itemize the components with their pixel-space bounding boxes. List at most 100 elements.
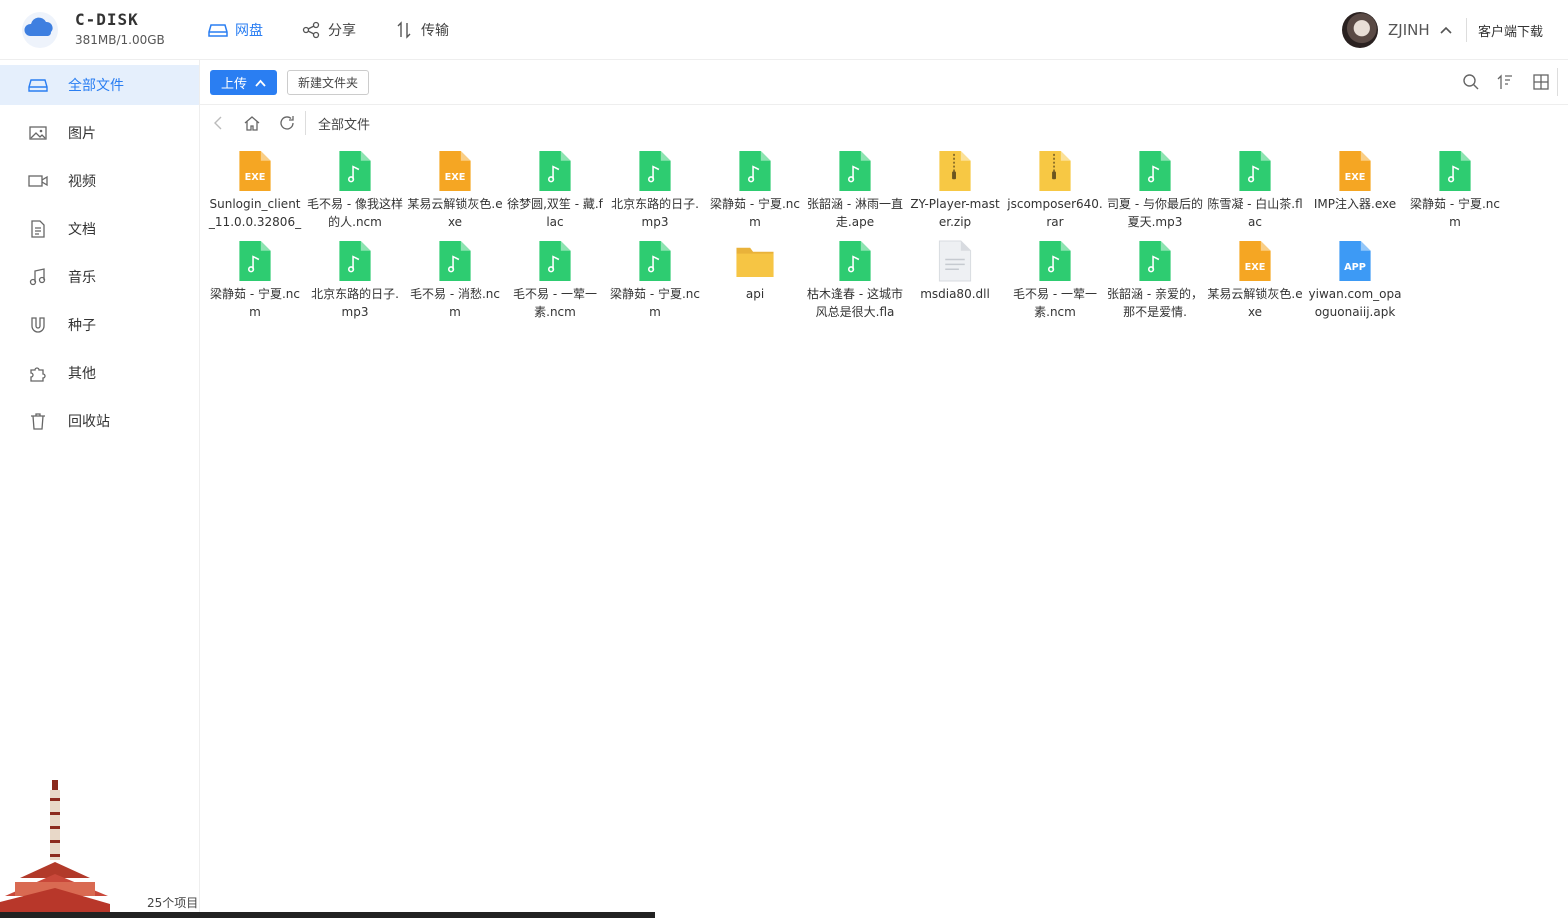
top-nav: 网盘 分享 传输 [208,18,449,42]
grid-view-icon[interactable] [1532,73,1550,91]
sidebar-item-all-files[interactable]: 全部文件 [0,65,199,105]
sidebar-item-label: 视频 [68,174,96,190]
file-item[interactable]: 北京东路的日子.mp3 [305,240,405,320]
sidebar-item-videos[interactable]: 视频 [0,161,199,201]
file-name: 陈雪凝 - 白山茶.flac [1207,196,1303,229]
file-item[interactable]: 北京东路的日子.mp3 [605,150,705,230]
file-name: ZY-Player-master.zip [910,196,1000,229]
music-file-icon [539,150,571,191]
breadcrumb-divider [305,111,306,135]
nav-disk[interactable]: 网盘 [208,18,263,42]
sidebar-item-label: 回收站 [68,414,110,430]
music-file-icon [239,240,271,281]
chevron-up-icon[interactable] [1440,25,1452,35]
file-item[interactable]: jscomposer640.rar [1005,150,1105,230]
disk-icon [28,79,48,92]
new-folder-button[interactable]: 新建文件夹 [287,70,369,95]
file-name: 张韶涵 - 亲爱的，那不是爱情. [1107,286,1203,319]
cloud-logo-icon [22,12,58,48]
music-icon [29,268,46,286]
search-icon[interactable] [1462,73,1480,91]
sidebar-item-music[interactable]: 音乐 [0,257,199,297]
sidebar-item-documents[interactable]: 文档 [0,209,199,249]
file-item[interactable]: APP yiwan.com_opaoguonaiij.apk [1305,240,1405,320]
puzzle-icon [30,367,46,382]
svg-text:EXE: EXE [1245,262,1266,273]
svg-text:APP: APP [1344,262,1366,273]
file-name: 枯木逢春 - 这城市风总是很大.fla [807,286,903,319]
brand: C-DISK 381MB/1.00GB [75,10,165,47]
file-item[interactable]: 司夏 - 与你最后的夏天.mp3 [1105,150,1205,230]
file-item[interactable]: 毛不易 - 消愁.ncm [405,240,505,320]
file-item[interactable]: EXE IMP注入器.exe [1305,150,1405,230]
folder-file-icon [736,247,774,278]
toolbar: 上传 新建文件夹 [200,60,1568,105]
client-download-link[interactable]: 客户端下载 [1478,21,1543,40]
file-name: 某易云解锁灰色.exe [407,196,503,229]
upload-button[interactable]: 上传 [210,70,277,95]
apk-file-icon: APP [1339,240,1371,281]
music-file-icon [339,240,371,281]
file-item[interactable]: 梁静茹 - 宁夏.ncm [205,240,305,320]
file-name: 徐梦圆,双笙 - 藏.flac [507,196,603,229]
home-icon[interactable] [243,114,261,132]
transfer-icon [397,21,411,39]
file-item[interactable]: 陈雪凝 - 白山茶.flac [1205,150,1305,230]
file-name: 某易云解锁灰色.exe [1207,286,1303,319]
sidebar-item-torrents[interactable]: 种子 [0,305,199,345]
sidebar-item-label: 图片 [68,126,96,142]
nav-transfer[interactable]: 传输 [394,18,449,42]
file-item[interactable]: msdia80.dll [905,240,1005,320]
sidebar-item-recycle-bin[interactable]: 回收站 [0,401,199,441]
trash-icon [31,413,45,430]
sort-icon[interactable] [1496,73,1514,91]
breadcrumb-current[interactable]: 全部文件 [318,114,370,133]
file-name: 梁静茹 - 宁夏.ncm [710,196,800,229]
music-file-icon [439,240,471,281]
item-count: 25个项目 [147,896,199,910]
file-item[interactable]: EXE Sunlogin_client_11.0.0.32806_x [205,150,305,230]
file-item[interactable]: 梁静茹 - 宁夏.ncm [605,240,705,320]
magnet-icon [31,317,45,333]
sidebar-item-label: 音乐 [68,270,96,286]
file-item[interactable]: 张韶涵 - 亲爱的，那不是爱情. [1105,240,1205,320]
nav-share[interactable]: 分享 [301,18,356,42]
music-file-icon [339,150,371,191]
music-file-icon [739,150,771,191]
file-name: 司夏 - 与你最后的夏天.mp3 [1107,196,1203,229]
music-file-icon [1439,150,1471,191]
sidebar-item-others[interactable]: 其他 [0,353,199,393]
toolbar-divider [1557,68,1558,96]
share-icon [302,21,320,39]
user-menu[interactable]: ZJINH [1342,12,1452,48]
file-item[interactable]: EXE 某易云解锁灰色.exe [405,150,505,230]
file-item[interactable]: 梁静茹 - 宁夏.ncm [1405,150,1505,230]
file-item[interactable]: 张韶涵 - 淋雨一直走.ape [805,150,905,230]
video-icon [28,175,48,187]
file-item[interactable]: 梁静茹 - 宁夏.ncm [705,150,805,230]
pagoda-illustration [0,780,110,918]
file-item[interactable]: EXE 某易云解锁灰色.exe [1205,240,1305,320]
taskbar-strip [0,912,655,918]
avatar[interactable] [1342,12,1378,48]
file-item[interactable]: 毛不易 - 一荤一素.ncm [505,240,605,320]
svg-text:EXE: EXE [445,172,466,183]
file-grid: EXE Sunlogin_client_11.0.0.32806_x毛不易 - 像… [205,150,1565,320]
disk-icon [208,24,228,37]
nav-share-label: 分享 [328,23,356,39]
file-item[interactable]: 毛不易 - 一荤一素.ncm [1005,240,1105,320]
sidebar-item-label: 全部文件 [68,78,124,94]
file-item[interactable]: api [705,240,805,320]
sidebar-item-images[interactable]: 图片 [0,113,199,153]
file-item[interactable]: 徐梦圆,双笙 - 藏.flac [505,150,605,230]
file-name: 北京东路的日子.mp3 [611,196,699,229]
file-item[interactable]: 毛不易 - 像我这样的人.ncm [305,150,405,230]
file-item[interactable]: ZY-Player-master.zip [905,150,1005,230]
nav-transfer-label: 传输 [421,23,449,39]
file-item[interactable]: 枯木逢春 - 这城市风总是很大.fla [805,240,905,320]
back-icon[interactable] [210,114,228,132]
file-name: api [745,286,765,301]
refresh-icon[interactable] [278,114,296,132]
sidebar-item-label: 其他 [68,366,96,382]
file-name: jscomposer640.rar [1007,196,1103,229]
